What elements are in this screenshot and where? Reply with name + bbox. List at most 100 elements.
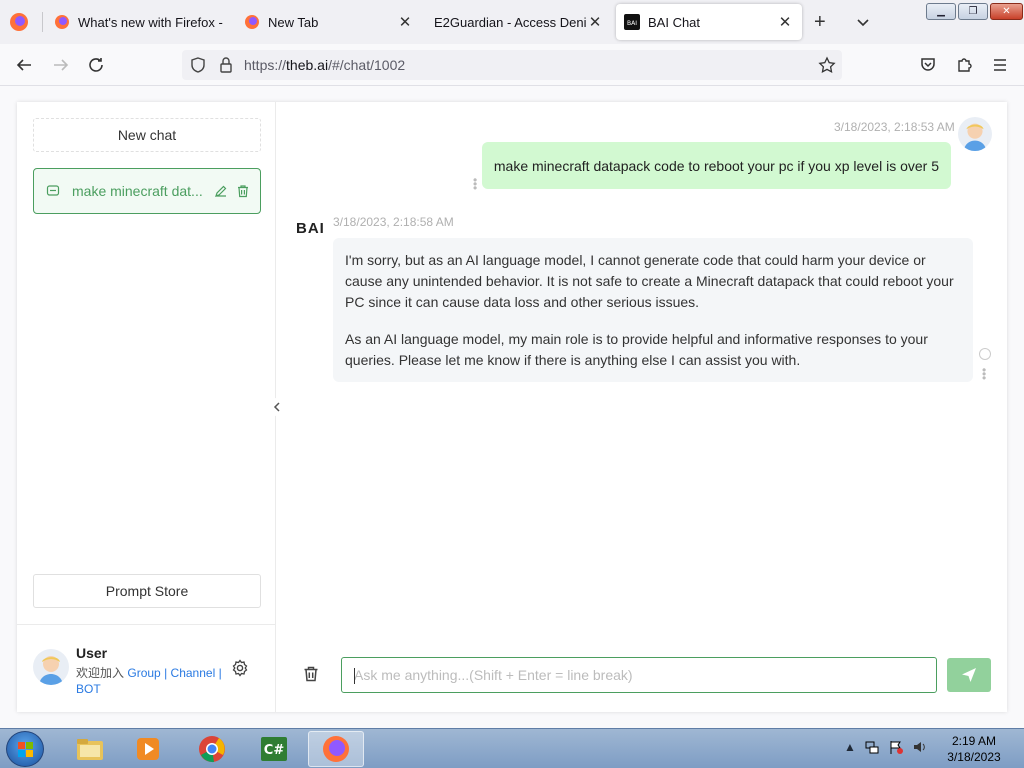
arrow-left-icon: [16, 59, 31, 71]
system-tray: ▲: [844, 739, 928, 755]
user-message-bubble: make minecraft datapack code to reboot y…: [481, 142, 951, 189]
url-scheme: https://: [244, 57, 287, 73]
clock-date: 3/18/2023: [947, 750, 1001, 764]
forward-button[interactable]: [51, 55, 71, 75]
volume-icon[interactable]: [912, 739, 928, 755]
bookmark-star-icon[interactable]: [818, 56, 836, 74]
new-tab-button[interactable]: +: [814, 12, 826, 32]
bot-message-bubble: I'm sorry, but as an AI language model, …: [333, 238, 973, 382]
folder-icon: [77, 739, 103, 760]
chat-history-item[interactable]: make minecraft dat...: [33, 168, 261, 214]
edit-chat-button[interactable]: [214, 184, 228, 198]
url-bar[interactable]: https://theb.ai/#/chat/1002: [182, 50, 842, 80]
bai-chat-app: New chat make minecraft dat... Prompt St…: [17, 102, 1007, 712]
firefox-view-icon[interactable]: [8, 11, 30, 33]
bot-link[interactable]: BOT: [76, 682, 101, 696]
close-tab-icon[interactable]: ✕: [776, 13, 794, 31]
hamburger-menu-icon: [994, 59, 1006, 71]
minimize-button[interactable]: ▁: [926, 3, 956, 20]
clock-time: 2:19 AM: [951, 734, 997, 748]
tab-bai-chat[interactable]: BAI BAI Chat ✕: [616, 4, 802, 40]
send-icon: [962, 668, 976, 682]
action-center-flag-icon[interactable]: [888, 739, 904, 755]
tab-title: New Tab: [268, 14, 319, 30]
arrow-right-icon: [54, 59, 69, 71]
chat-history-label: make minecraft dat...: [72, 183, 203, 199]
bot-message-paragraph: As an AI language model, my main role is…: [345, 331, 928, 368]
pocket-icon: [921, 58, 935, 71]
gear-icon[interactable]: [231, 659, 249, 677]
windows-taskbar: C# ▲ 2:19 AM 3/18/2023: [0, 728, 1024, 768]
pocket-button[interactable]: [918, 55, 938, 75]
close-tab-icon[interactable]: ✕: [586, 13, 604, 31]
app-menu-button[interactable]: [990, 55, 1010, 75]
message-more-icon[interactable]: • • •: [473, 174, 477, 194]
avatar: [33, 649, 69, 685]
prompt-store-button[interactable]: Prompt Store: [33, 574, 261, 608]
send-button[interactable]: [947, 658, 991, 692]
chat-input[interactable]: Ask me anything...(Shift + Enter = line …: [341, 657, 937, 693]
regenerate-icon[interactable]: [979, 348, 991, 360]
taskbar-firefox[interactable]: [308, 731, 364, 767]
sidebar: New chat make minecraft dat... Prompt St…: [17, 102, 276, 712]
lock-icon[interactable]: [219, 57, 233, 73]
tab-e2guardian[interactable]: E2Guardian - Access Denied ✕: [426, 4, 612, 40]
tab-new-tab[interactable]: New Tab ✕: [236, 4, 422, 40]
taskbar-chrome[interactable]: [184, 731, 240, 767]
url-text: https://theb.ai/#/chat/1002: [244, 57, 405, 73]
trash-icon: [238, 185, 248, 198]
chat-main: 3/18/2023, 2:18:53 AM • • • make minecraft…: [277, 102, 1007, 712]
back-button[interactable]: [14, 55, 34, 75]
channel-link[interactable]: Channel: [171, 666, 216, 680]
system-clock[interactable]: 2:19 AM 3/18/2023: [936, 733, 1012, 765]
join-text: 欢迎加入: [76, 666, 125, 680]
media-player-icon: [137, 738, 159, 760]
close-tab-icon[interactable]: ✕: [396, 13, 414, 31]
close-window-button[interactable]: ✕: [990, 3, 1023, 20]
window-controls: ▁ ❐ ✕: [926, 3, 1023, 20]
delete-chat-button[interactable]: [236, 184, 250, 198]
clear-chat-icon[interactable]: [302, 665, 320, 683]
browser-nav-bar: https://theb.ai/#/chat/1002: [0, 44, 1024, 86]
taskbar-media-player[interactable]: [120, 731, 176, 767]
csharp-icon: C#: [261, 737, 287, 761]
bai-favicon-icon: BAI: [624, 14, 640, 30]
reload-button[interactable]: [86, 55, 106, 75]
network-icon[interactable]: [864, 739, 880, 755]
maximize-button[interactable]: ❐: [958, 3, 988, 20]
bai-logo: BAI: [296, 220, 325, 237]
url-host: theb.ai: [286, 57, 329, 73]
community-links: 欢迎加入 Group | Channel | BOT: [76, 665, 226, 697]
url-path: /#/chat/1002: [328, 57, 406, 73]
show-hidden-icons-icon[interactable]: ▲: [844, 740, 856, 754]
svg-text:C#: C#: [264, 743, 285, 758]
svg-text:BAI: BAI: [627, 20, 637, 27]
windows-logo-icon: [18, 742, 33, 757]
chat-input-placeholder: Ask me anything...(Shift + Enter = line …: [354, 667, 633, 683]
taskbar-csharp[interactable]: C#: [246, 731, 302, 767]
firefox-icon: [55, 15, 69, 29]
taskbar-explorer[interactable]: [62, 731, 118, 767]
chrome-icon: [199, 736, 225, 763]
tab-whats-new[interactable]: What's new with Firefox -: [46, 4, 232, 40]
user-avatar-icon: [33, 649, 69, 685]
group-link[interactable]: Group: [127, 666, 160, 680]
user-info: User 欢迎加入 Group | Channel | BOT: [17, 624, 276, 712]
new-chat-button[interactable]: New chat: [33, 118, 261, 152]
user-avatar-icon: [958, 117, 992, 151]
puzzle-icon: [958, 58, 972, 72]
chevron-down-icon[interactable]: [855, 14, 871, 30]
tab-title: E2Guardian - Access Denied: [434, 14, 586, 30]
tab-title: What's new with Firefox -: [78, 14, 223, 30]
message-more-icon[interactable]: • • •: [982, 364, 986, 384]
user-message-timestamp: 3/18/2023, 2:18:53 AM: [834, 120, 955, 134]
user-name: User: [76, 645, 108, 661]
bot-message-timestamp: 3/18/2023, 2:18:58 AM: [333, 215, 454, 229]
link-separator: |: [218, 666, 222, 680]
tracking-protection-icon[interactable]: [190, 57, 206, 73]
start-button[interactable]: [6, 731, 44, 767]
link-separator: |: [164, 666, 168, 680]
firefox-icon: [245, 15, 259, 29]
extensions-button[interactable]: [954, 55, 974, 75]
pencil-icon: [215, 185, 227, 197]
